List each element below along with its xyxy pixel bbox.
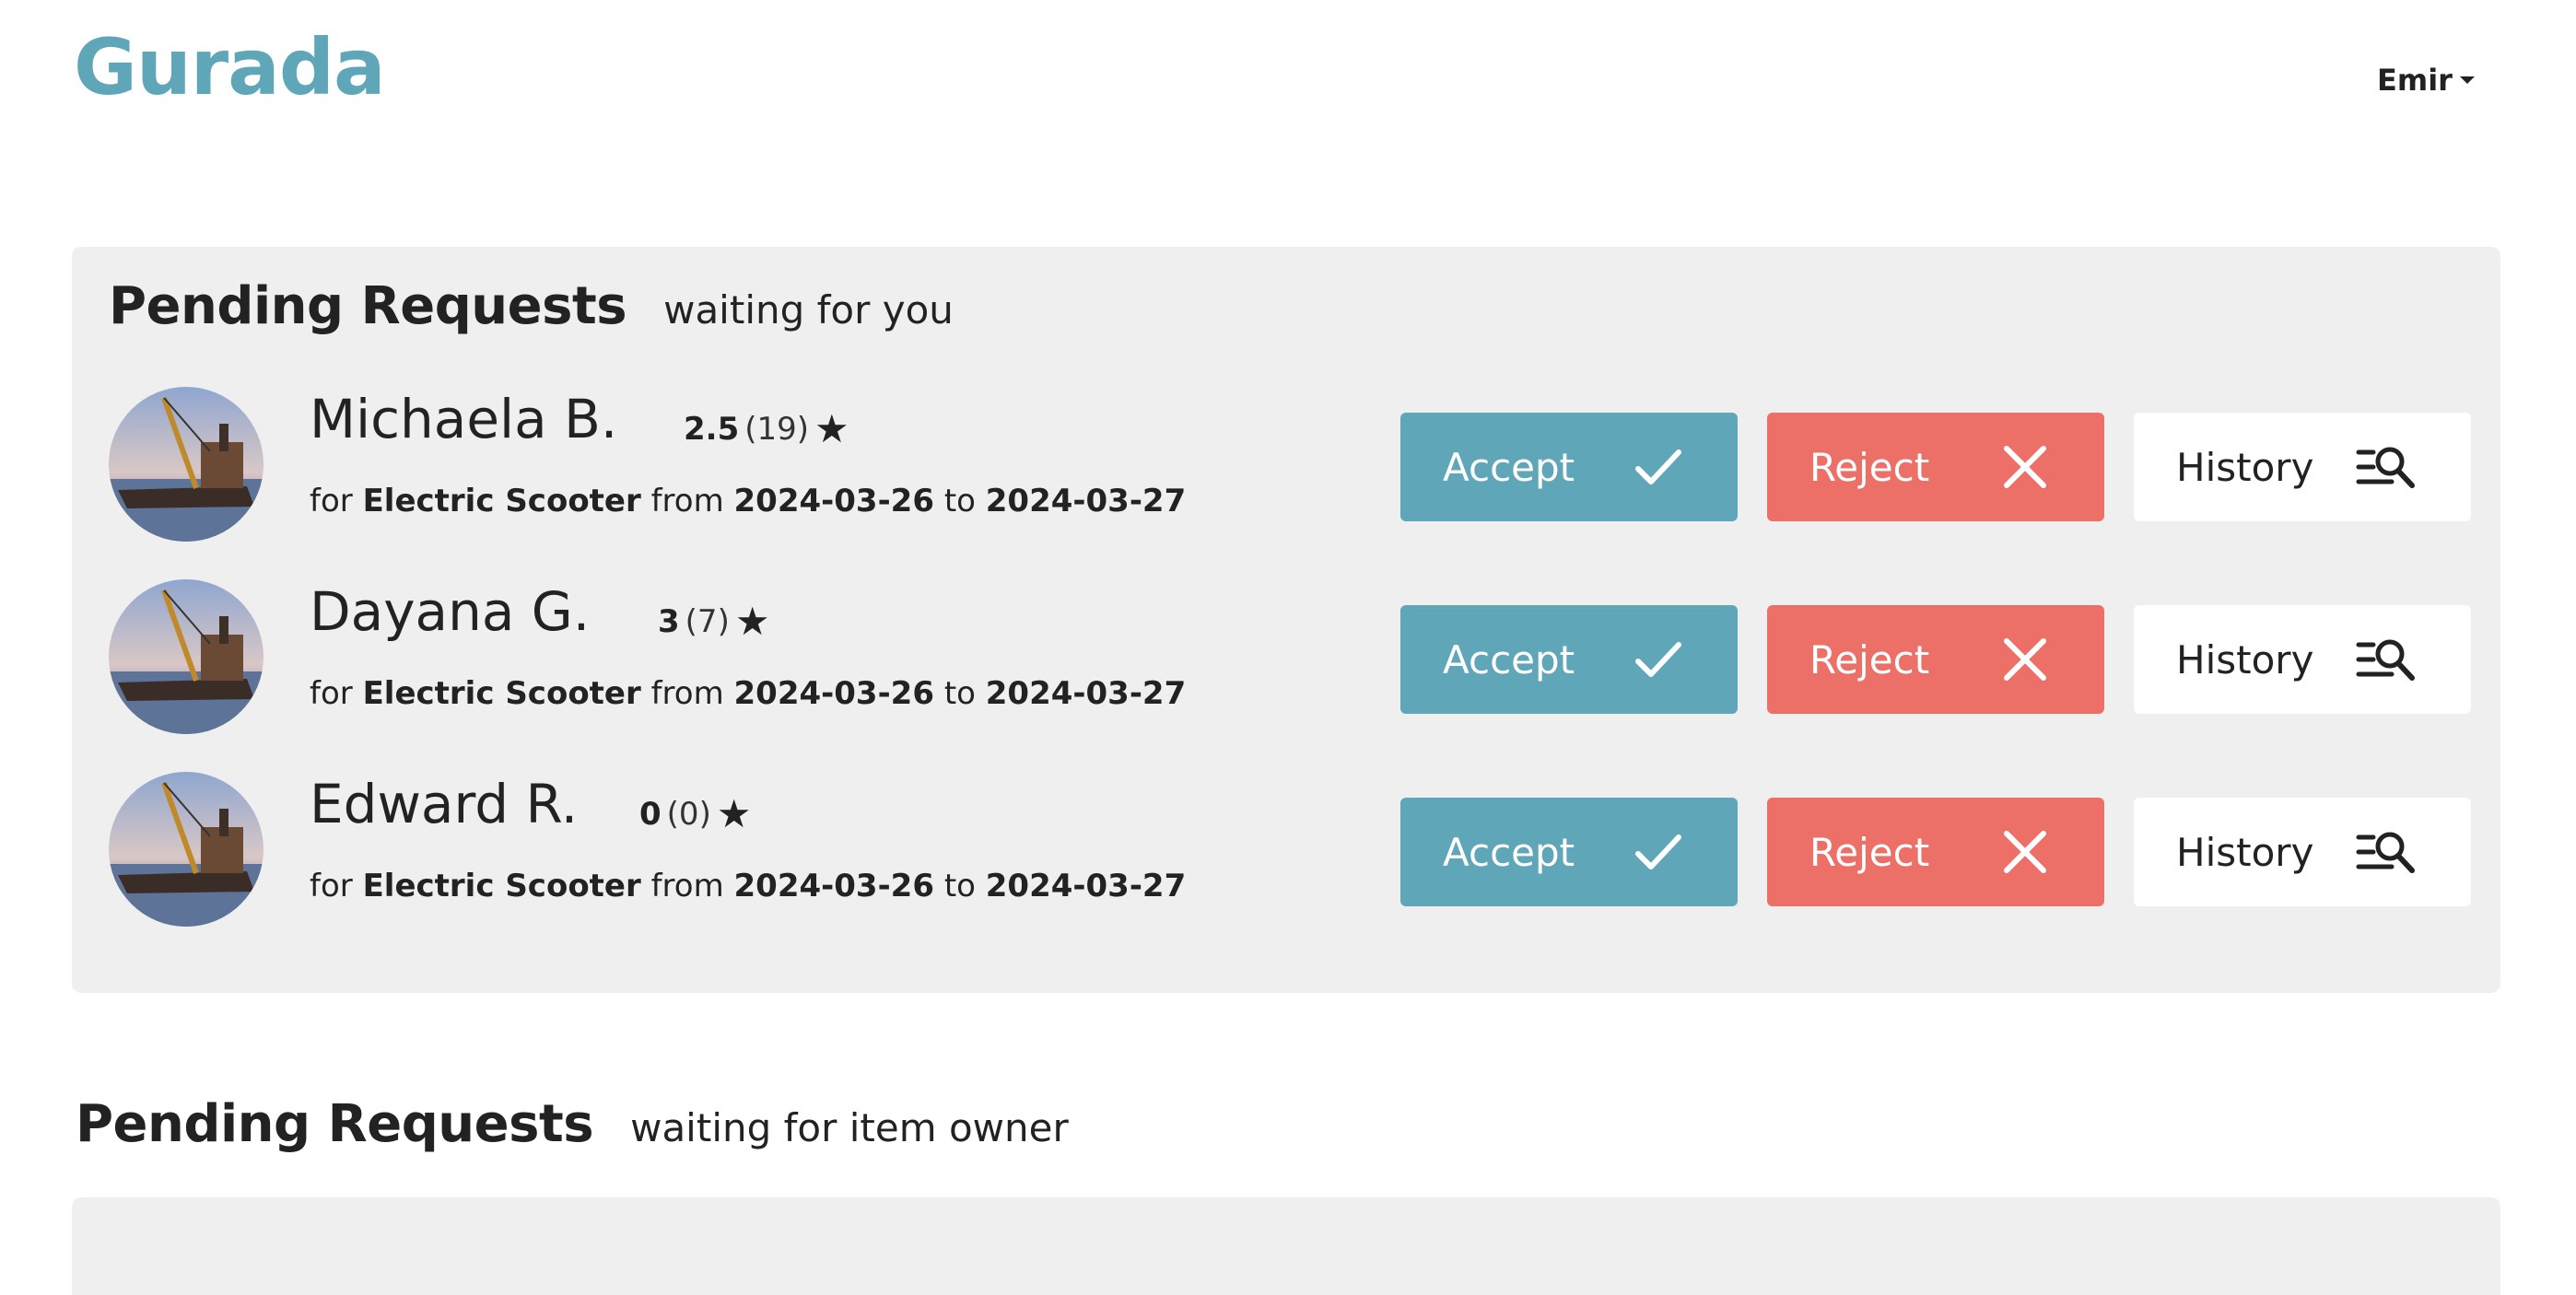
close-icon	[2004, 831, 2046, 873]
close-icon	[2004, 446, 2046, 488]
accept-button[interactable]: Accept	[1400, 605, 1738, 714]
history-label: History	[2176, 636, 2314, 682]
for-text: for	[310, 675, 353, 712]
section-heading: Pending Requests	[109, 276, 627, 336]
accept-label: Accept	[1443, 636, 1575, 682]
caret-down-icon	[2459, 76, 2475, 84]
from-date: 2024-03-26	[733, 675, 934, 712]
list-search-icon	[2356, 832, 2415, 873]
user-name: Emir	[2377, 63, 2453, 98]
check-icon	[1635, 449, 1681, 484]
reject-label: Reject	[1809, 829, 1930, 875]
from-text: from	[650, 483, 724, 519]
item-name: Electric Scooter	[362, 868, 641, 904]
rating-score: 2.5	[684, 411, 740, 448]
logo[interactable]: Gurada	[74, 17, 386, 118]
item-name: Electric Scooter	[362, 483, 641, 519]
history-button[interactable]: History	[2134, 798, 2471, 906]
reject-button[interactable]: Reject	[1767, 413, 2104, 521]
section-subtitle: waiting for you	[663, 287, 954, 332]
check-icon	[1635, 642, 1681, 677]
rating: 0 (0) ★	[639, 791, 752, 836]
to-text: to	[943, 868, 976, 904]
requester-name: Dayana G.	[310, 580, 591, 643]
user-menu[interactable]: Emir	[2377, 63, 2475, 98]
request-details: for Electric Scooter from 2024-03-26 to …	[310, 675, 1186, 712]
outgoing-section-title: Pending Requests waiting for item owner	[76, 1094, 1069, 1154]
avatar	[109, 387, 263, 542]
section-subtitle: waiting for item owner	[630, 1105, 1069, 1150]
history-button[interactable]: History	[2134, 413, 2471, 521]
to-date: 2024-03-27	[985, 483, 1187, 519]
section-heading: Pending Requests	[76, 1094, 594, 1154]
to-date: 2024-03-27	[985, 868, 1187, 904]
history-label: History	[2176, 444, 2314, 490]
request-row: Dayana G. 3 (7) ★ for Electric Scooter f…	[109, 579, 2471, 736]
rating-score: 0	[639, 796, 662, 833]
requester-name: Edward R.	[310, 773, 579, 835]
accept-label: Accept	[1443, 444, 1575, 490]
accept-label: Accept	[1443, 829, 1575, 875]
from-date: 2024-03-26	[733, 483, 934, 519]
outgoing-requests-panel	[72, 1197, 2500, 1295]
close-icon	[2004, 638, 2046, 681]
accept-button[interactable]: Accept	[1400, 798, 1738, 906]
item-name: Electric Scooter	[362, 675, 641, 712]
list-search-icon	[2356, 447, 2415, 488]
star-icon: ★	[716, 791, 752, 836]
reject-label: Reject	[1809, 636, 1930, 682]
rating-count: (7)	[685, 603, 730, 640]
incoming-section-title: Pending Requests waiting for you	[109, 276, 954, 336]
reject-button[interactable]: Reject	[1767, 605, 2104, 714]
to-text: to	[943, 675, 976, 712]
avatar	[109, 579, 263, 734]
reject-button[interactable]: Reject	[1767, 798, 2104, 906]
avatar	[109, 772, 263, 927]
request-row: Michaela B. 2.5 (19) ★ for Electric Scoo…	[109, 387, 2471, 543]
accept-button[interactable]: Accept	[1400, 413, 1738, 521]
rating: 2.5 (19) ★	[684, 406, 849, 451]
request-details: for Electric Scooter from 2024-03-26 to …	[310, 868, 1186, 904]
from-date: 2024-03-26	[733, 868, 934, 904]
reject-label: Reject	[1809, 444, 1930, 490]
requester-name: Michaela B.	[310, 388, 618, 450]
from-text: from	[650, 675, 724, 712]
history-button[interactable]: History	[2134, 605, 2471, 714]
star-icon: ★	[734, 599, 770, 644]
rating-count: (0)	[666, 796, 711, 833]
star-icon: ★	[814, 406, 849, 451]
request-details: for Electric Scooter from 2024-03-26 to …	[310, 483, 1186, 519]
check-icon	[1635, 834, 1681, 869]
list-search-icon	[2356, 639, 2415, 681]
to-date: 2024-03-27	[985, 675, 1187, 712]
for-text: for	[310, 483, 353, 519]
page: Gurada Emir Pending Requests waiting for…	[0, 0, 2576, 1295]
rating-score: 3	[658, 603, 680, 640]
rating-count: (19)	[744, 411, 810, 448]
to-text: to	[943, 483, 976, 519]
rating: 3 (7) ★	[658, 599, 770, 644]
history-label: History	[2176, 829, 2314, 875]
from-text: from	[650, 868, 724, 904]
for-text: for	[310, 868, 353, 904]
request-row: Edward R. 0 (0) ★ for Electric Scooter f…	[109, 772, 2471, 928]
